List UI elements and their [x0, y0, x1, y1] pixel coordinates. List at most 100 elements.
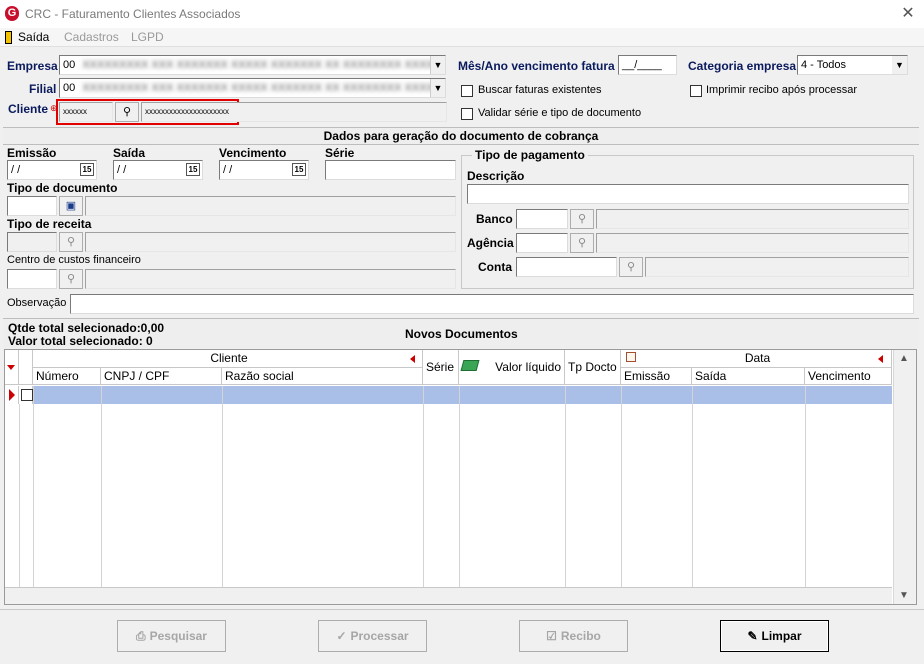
grid-line	[459, 386, 460, 604]
pesquisar-button[interactable]: ⎙ Pesquisar	[117, 620, 226, 652]
tipo-documento-code[interactable]	[7, 196, 57, 216]
banco-binoculars-icon[interactable]: ⚲	[570, 209, 594, 229]
grid-check-header	[19, 350, 33, 385]
validar-label: Validar série e tipo de documento	[478, 107, 642, 119]
current-row-arrow-icon	[9, 389, 15, 401]
banco-code[interactable]	[516, 209, 568, 229]
grid-line	[19, 404, 20, 604]
conta-code[interactable]	[516, 257, 617, 277]
valor-total-label: Valor total selecionado: 0	[8, 334, 153, 348]
tipo-receita-binoculars-icon[interactable]: ⚲	[59, 232, 83, 252]
check-icon: ✓	[336, 629, 347, 643]
serie-field[interactable]	[325, 160, 456, 180]
tipo-receita-desc	[85, 232, 456, 252]
filial-select[interactable]: 00 XXXXXXXXX XXX XXXXXXX XXXXX XXXXXXX X…	[59, 78, 446, 98]
eraser-icon: ✎	[747, 629, 758, 643]
window-title: CRC - Faturamento Clientes Associados	[25, 7, 241, 21]
menu-lgpd[interactable]: LGPD	[131, 30, 164, 44]
col-razao-social[interactable]: Razão social	[222, 368, 423, 385]
saida-calendar-icon[interactable]: 15	[186, 163, 200, 176]
limpar-label: Limpar	[761, 629, 802, 643]
observacao-field[interactable]	[70, 294, 914, 314]
app-logo-icon: G	[5, 6, 19, 21]
col-serie[interactable]: Série	[423, 350, 459, 385]
mes-ano-label: Mês/Ano vencimento fatura	[458, 59, 615, 73]
mes-ano-field[interactable]: __/____	[618, 55, 677, 75]
empresa-dropdown-icon[interactable]: ▼	[430, 56, 445, 74]
title-bar: G CRC - Faturamento Clientes Associados …	[0, 0, 924, 28]
vencimento-label: Vencimento	[219, 146, 287, 160]
limpar-button[interactable]: ✎ Limpar	[720, 620, 829, 652]
table-row[interactable]	[33, 386, 892, 404]
banco-desc	[596, 209, 909, 229]
col-cnpj-cpf[interactable]: CNPJ / CPF	[101, 368, 222, 385]
saida-label: Saída	[113, 146, 146, 160]
centro-custos-code[interactable]	[7, 269, 57, 289]
descricao-label: Descrição	[467, 169, 525, 183]
agencia-code[interactable]	[516, 233, 568, 253]
categoria-dropdown-icon[interactable]: ▼	[892, 56, 907, 74]
centro-custos-desc	[85, 269, 456, 289]
row-checkbox[interactable]	[21, 389, 33, 401]
footer-divider	[0, 609, 924, 610]
filial-dropdown-icon[interactable]: ▼	[430, 79, 445, 97]
grid-line	[101, 386, 102, 604]
categoria-label: Categoria empresa	[688, 59, 797, 73]
cliente-code-field[interactable]: xxxxxx	[59, 102, 113, 122]
empresa-code: 00	[63, 59, 76, 71]
centro-custos-label: Centro de custos financeiro	[7, 254, 141, 266]
money-icon	[460, 360, 480, 371]
tipo-documento-label: Tipo de documento	[7, 181, 118, 195]
conta-label: Conta	[478, 260, 512, 274]
recibo-button[interactable]: ☑ Recibo	[519, 620, 628, 652]
dados-section-title: Dados para geração do documento de cobra…	[3, 127, 919, 145]
calendar-icon	[626, 352, 636, 362]
validar-checkbox[interactable]	[461, 108, 473, 120]
processar-label: Processar	[350, 629, 409, 643]
banco-label: Banco	[476, 212, 513, 226]
serie-label: Série	[325, 146, 355, 160]
tipo-receita-label: Tipo de receita	[7, 217, 92, 231]
tipo-receita-code[interactable]	[7, 232, 57, 252]
grid-line	[565, 386, 566, 604]
descricao-field[interactable]	[467, 184, 909, 204]
centro-custos-binoculars-icon[interactable]: ⚲	[59, 269, 83, 289]
conta-binoculars-icon[interactable]: ⚲	[619, 257, 643, 277]
col-emissao[interactable]: Emissão	[621, 368, 692, 385]
grid-line	[692, 386, 693, 604]
cliente-search-binoculars-icon[interactable]: ⚲	[115, 102, 139, 122]
scroll-up-icon[interactable]: ▲	[899, 353, 909, 364]
menu-saida[interactable]: Saída	[18, 30, 49, 44]
grid-line	[621, 386, 622, 604]
agencia-desc	[596, 233, 909, 253]
grid-line	[33, 386, 34, 604]
printer-icon: ⎙	[136, 629, 146, 643]
vertical-scrollbar[interactable]	[893, 350, 916, 604]
imprimir-checkbox[interactable]	[690, 85, 702, 97]
tipo-documento-search-icon[interactable]: ▣	[59, 196, 83, 216]
agencia-binoculars-icon[interactable]: ⚲	[570, 233, 594, 253]
empresa-select[interactable]: 00 XXXXXXXXX XXX XXXXXXX XXXXX XXXXXXX X…	[59, 55, 446, 75]
scroll-down-icon[interactable]: ▼	[899, 590, 909, 601]
emissao-label: Emissão	[7, 146, 57, 160]
emissao-calendar-icon[interactable]: 15	[80, 163, 94, 176]
sort-down-icon[interactable]	[7, 365, 15, 370]
menu-bar: Saída Cadastros LGPD	[0, 28, 924, 47]
close-icon[interactable]: ✕	[898, 4, 918, 24]
novos-title: Novos Documentos	[405, 327, 518, 341]
cliente-collapse-icon[interactable]	[410, 355, 415, 363]
receipt-check-icon: ☑	[546, 629, 557, 643]
filial-code: 00	[63, 82, 76, 94]
col-tp-docto[interactable]: Tp Docto	[565, 350, 621, 385]
buscar-checkbox[interactable]	[461, 85, 473, 97]
data-collapse-icon[interactable]	[878, 355, 883, 363]
col-saida[interactable]: Saída	[692, 368, 805, 385]
imprimir-label: Imprimir recibo após processar	[706, 84, 857, 96]
empresa-name: XXXXXXXXX XXX XXXXXXX XXXXX XXXXXXX XX X…	[82, 59, 442, 71]
menu-cadastros[interactable]: Cadastros	[64, 30, 119, 44]
conta-desc	[645, 257, 909, 277]
col-numero[interactable]: Número	[33, 368, 101, 385]
processar-button[interactable]: ✓ Processar	[318, 620, 427, 652]
vencimento-calendar-icon[interactable]: 15	[292, 163, 306, 176]
col-vencimento[interactable]: Vencimento	[805, 368, 892, 385]
